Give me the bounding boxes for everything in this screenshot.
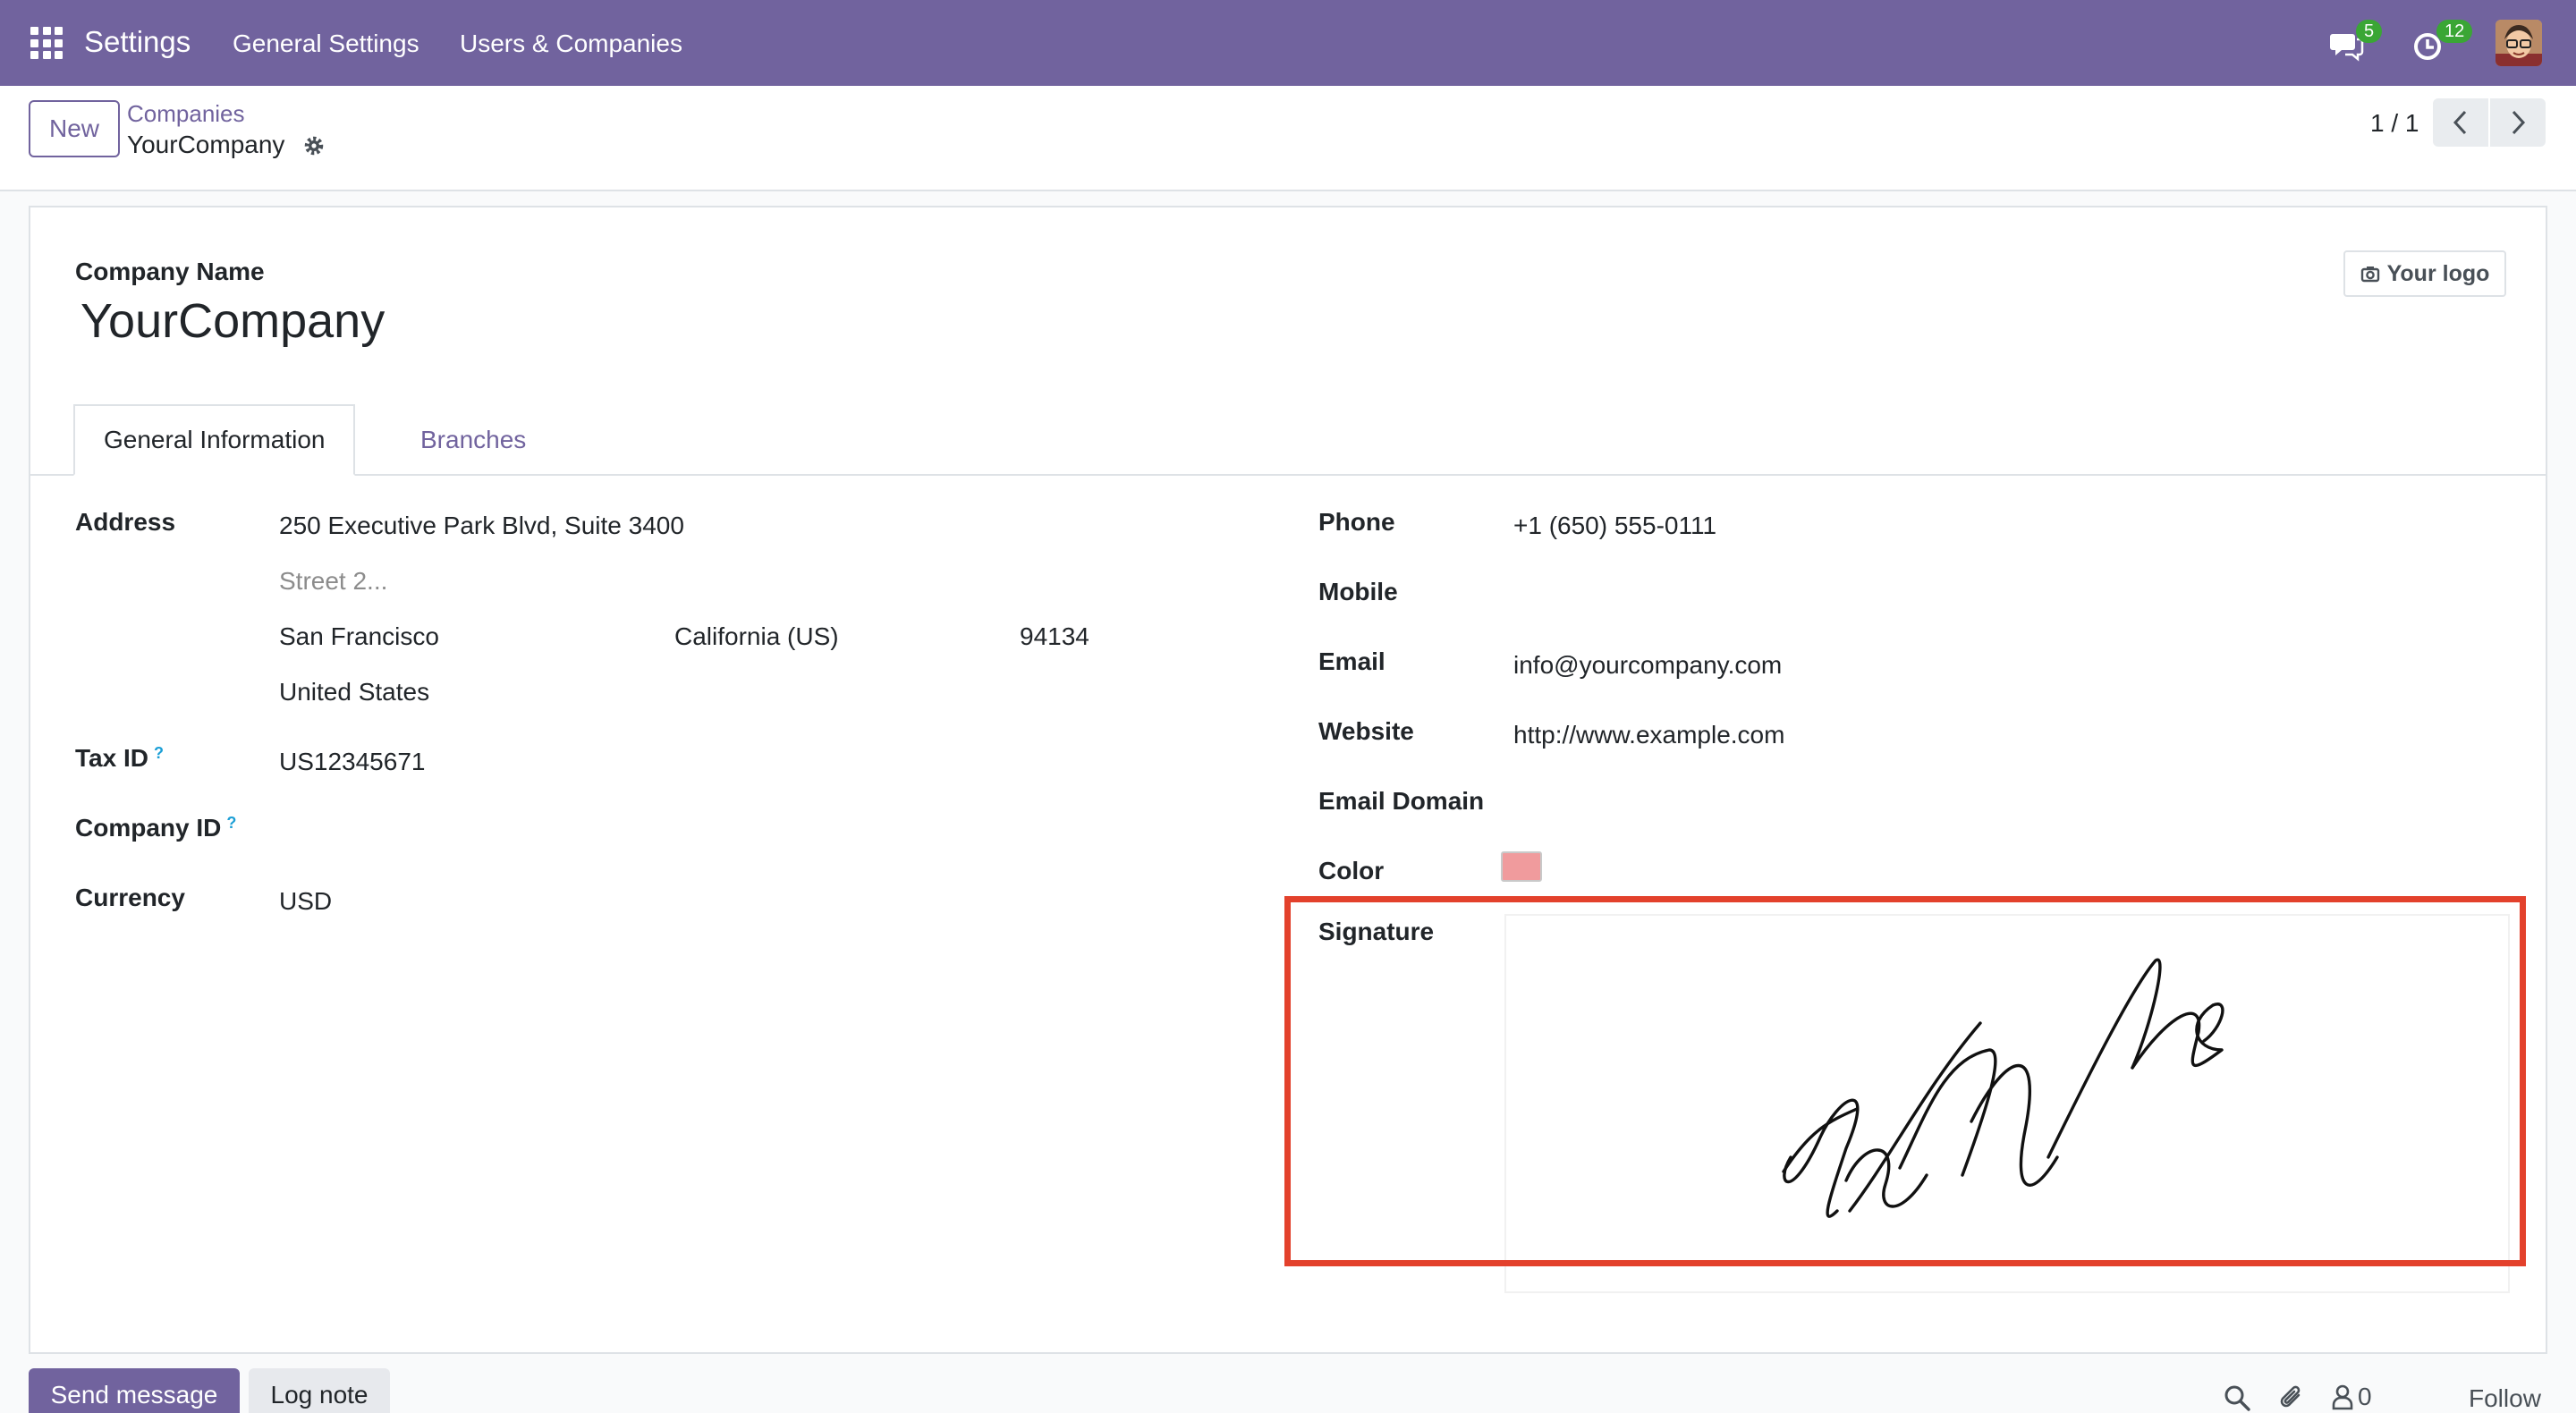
send-message-button[interactable]: Send message [29, 1368, 240, 1413]
currency-field[interactable]: USD [279, 887, 332, 916]
gear-icon[interactable] [302, 134, 326, 157]
color-swatch[interactable] [1501, 851, 1542, 882]
follow-button[interactable]: Follow [2469, 1384, 2541, 1413]
pager-value[interactable]: 1 / 1 [2370, 109, 2419, 138]
followers-icon [2332, 1384, 2353, 1410]
pager-previous-button[interactable] [2433, 98, 2488, 147]
camera-icon [2360, 267, 2379, 283]
state-field[interactable]: California (US) [674, 622, 839, 651]
followers-button[interactable]: 0 [2331, 1381, 2372, 1413]
followers-count: 0 [2358, 1383, 2372, 1410]
apps-grid-icon[interactable] [30, 27, 63, 59]
email-field[interactable]: info@yourcompany.com [1513, 651, 1782, 680]
signature-label: Signature [1318, 918, 1435, 945]
chevron-right-icon [2512, 110, 2526, 135]
menu-general-settings[interactable]: General Settings [233, 30, 419, 58]
breadcrumb-current: YourCompany [127, 131, 285, 158]
chatter-bar: Send message Log note 0 Follow [0, 1354, 2576, 1413]
chevron-left-icon [2453, 110, 2467, 135]
breadcrumb-companies[interactable]: Companies [127, 100, 245, 128]
tax-id-field[interactable]: US12345671 [279, 748, 425, 776]
app-title[interactable]: Settings [84, 25, 191, 59]
signature-field[interactable] [1504, 914, 2510, 1293]
company-name-label: Company Name [75, 258, 265, 285]
country-field[interactable]: United States [279, 678, 429, 706]
messages-systray[interactable]: 5 [2329, 20, 2383, 64]
zip-field[interactable]: 94134 [1020, 622, 1089, 651]
signature-image [1782, 958, 2224, 1218]
user-avatar[interactable] [2496, 20, 2542, 66]
your-logo-button[interactable]: Your logo [2343, 250, 2506, 297]
new-button[interactable]: New [29, 100, 120, 157]
company-id-help-icon[interactable]: ? [226, 814, 236, 832]
email-label: Email [1318, 647, 1385, 675]
activities-badge: 12 [2436, 20, 2473, 43]
mobile-field[interactable] [1513, 581, 2318, 612]
control-panel: New Companies YourCompany 1 / 1 [0, 86, 2576, 191]
company-id-label: Company ID? [75, 814, 236, 842]
your-logo-label: Your logo [2386, 260, 2490, 286]
tax-id-label: Tax ID? [75, 744, 164, 773]
tab-branches[interactable]: Branches [392, 404, 555, 476]
pager-next-button[interactable] [2490, 98, 2546, 147]
tax-id-help-icon[interactable]: ? [154, 744, 164, 762]
activities-systray[interactable]: 12 [2411, 20, 2474, 64]
email-domain-field[interactable] [1513, 791, 2318, 821]
mobile-label: Mobile [1318, 578, 1398, 605]
website-field[interactable]: http://www.example.com [1513, 721, 1784, 749]
company-id-label-text: Company ID [75, 814, 222, 842]
street2-field[interactable]: Street 2... [279, 567, 387, 596]
company-id-field[interactable] [279, 817, 726, 848]
phone-label: Phone [1318, 508, 1395, 536]
color-label: Color [1318, 857, 1385, 884]
address-label: Address [75, 508, 176, 536]
menu-users-companies[interactable]: Users & Companies [460, 30, 682, 58]
company-name-input[interactable]: YourCompany [80, 293, 385, 349]
tab-general-information[interactable]: General Information [73, 404, 356, 476]
tax-id-label-text: Tax ID [75, 744, 148, 772]
email-domain-label: Email Domain [1318, 787, 1485, 815]
search-icon[interactable] [2222, 1383, 2252, 1413]
phone-field[interactable]: +1 (650) 555-0111 [1513, 512, 1716, 540]
form-sheet: Company Name YourCompany Your logo Gener… [29, 206, 2547, 1354]
city-field[interactable]: San Francisco [279, 622, 439, 651]
paperclip-icon[interactable] [2277, 1383, 2308, 1413]
street-field[interactable]: 250 Executive Park Blvd, Suite 3400 [279, 512, 684, 540]
website-label: Website [1318, 717, 1414, 745]
top-navbar: Settings General Settings Users & Compan… [0, 0, 2576, 86]
messages-badge: 5 [2356, 20, 2383, 43]
log-note-button[interactable]: Log note [249, 1368, 390, 1413]
currency-label: Currency [75, 884, 185, 911]
